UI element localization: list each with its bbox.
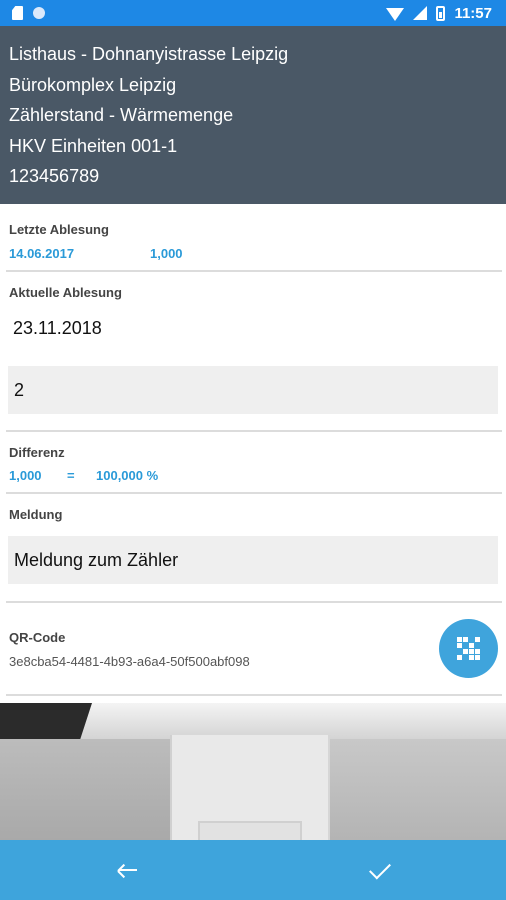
message-label: Meldung [9, 507, 63, 522]
bottom-action-bar [0, 840, 506, 900]
divider [6, 270, 502, 272]
meter-number: 123456789 [9, 166, 100, 186]
qr-code-id: 3e8cba54-4481-4b93-a6a4-50f500abf098 [9, 654, 250, 669]
qr-code-icon [457, 637, 480, 660]
divider [6, 492, 502, 494]
meter-unit: HKV Einheiten 001-1 [9, 135, 178, 156]
confirm-button[interactable] [340, 840, 420, 900]
current-reading-value-field[interactable]: 2 [8, 366, 498, 414]
wifi-icon [386, 7, 405, 21]
last-reading-label: Letzte Ablesung [9, 222, 109, 237]
scan-qr-button[interactable] [439, 619, 498, 678]
last-reading-date: 14.06.2017 [9, 246, 75, 261]
difference-percent: 100,000 % [96, 468, 159, 483]
current-reading-label: Aktuelle Ablesung [9, 285, 122, 300]
notification-dot-icon [33, 7, 45, 19]
meter-type: Zählerstand - Wärmemenge [9, 105, 234, 125]
arrow-left-icon [117, 863, 137, 879]
checkmark-icon [369, 857, 391, 879]
building-name: Bürokomplex Leipzig [9, 74, 177, 95]
status-time: 11:57 [454, 4, 492, 22]
status-bar: 11:57 [0, 0, 506, 26]
difference-label: Differenz [9, 445, 65, 460]
signal-icon [413, 6, 428, 20]
sim-card-icon [12, 6, 23, 20]
difference-value: 1,000 [9, 468, 42, 483]
divider [6, 694, 502, 696]
difference-equals: = [67, 468, 75, 483]
message-input[interactable]: Meldung zum Zähler [8, 536, 498, 584]
back-button[interactable] [87, 840, 167, 900]
meter-photo [0, 703, 506, 840]
last-reading-value: 1,000 [150, 246, 183, 261]
battery-icon [436, 5, 446, 21]
property-name: Listhaus - Dohnanyistrasse Leipzig [9, 44, 289, 64]
divider [6, 601, 502, 603]
divider [6, 430, 502, 432]
meter-info-header: Listhaus - Dohnanyistrasse Leipzig Bürok… [0, 26, 506, 204]
current-reading-date-field[interactable]: 23.11.2018 [13, 318, 102, 339]
qr-code-label: QR-Code [9, 630, 66, 645]
